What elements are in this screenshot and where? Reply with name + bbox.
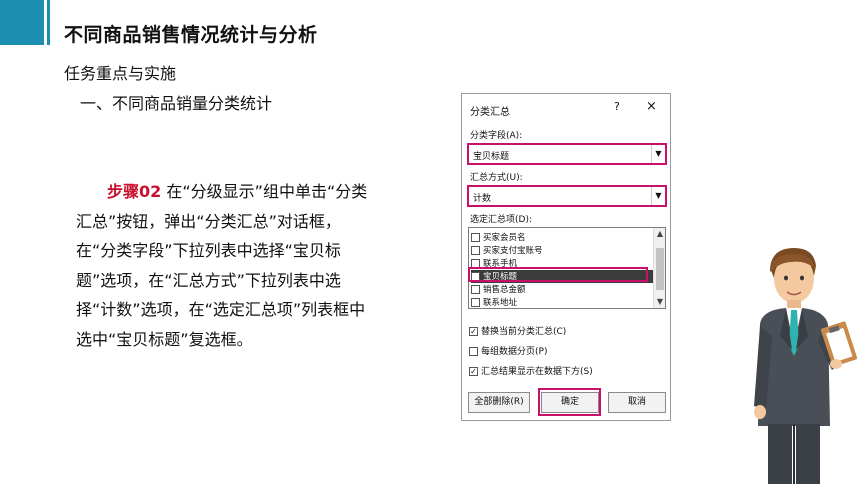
checkbox-checked[interactable]: ✓ — [471, 272, 480, 281]
list-item[interactable]: 联系手机 — [471, 257, 655, 270]
slide-title: 不同商品销售情况统计与分析 — [64, 24, 318, 46]
option-page-break[interactable]: 每组数据分页(P) — [469, 344, 547, 357]
option-summary-below[interactable]: ✓ 汇总结果显示在数据下方(S) — [469, 364, 593, 377]
field-select-value: 宝贝标题 — [473, 152, 510, 162]
option-label: 每组数据分页(P) — [481, 347, 548, 357]
items-listbox[interactable]: 买家会员名 买家支付宝账号 联系手机 ✓ 宝贝标题 销售总金额 联系地址 ▲ ▼ — [468, 227, 666, 309]
checkbox-checked[interactable]: ✓ — [469, 367, 478, 376]
scrollbar-thumb[interactable] — [656, 248, 664, 290]
step-paragraph: 步骤02 在“分级显示”组中单击“分类汇总”按钮，弹出“分类汇总”对话框，在“分… — [76, 177, 374, 354]
chevron-down-icon[interactable]: ▼ — [651, 187, 665, 205]
list-item[interactable]: 买家支付宝账号 — [471, 244, 655, 257]
list-item-label: 联系手机 — [483, 259, 518, 269]
option-label: 汇总结果显示在数据下方(S) — [481, 367, 593, 377]
cancel-button[interactable]: 取消 — [608, 392, 666, 413]
list-item-label: 销售总金额 — [483, 285, 526, 295]
close-icon[interactable]: × — [646, 99, 657, 114]
list-item-label: 宝贝标题 — [483, 272, 518, 282]
checkbox[interactable] — [471, 298, 480, 307]
list-item[interactable]: 买家会员名 — [471, 231, 655, 244]
checkbox[interactable] — [471, 233, 480, 242]
list-item-label: 联系地址 — [483, 298, 518, 308]
step-label: 步骤02 — [107, 182, 162, 201]
listbox-scrollbar[interactable]: ▲ ▼ — [653, 228, 665, 308]
ok-button[interactable]: 确定 — [541, 392, 599, 413]
section-heading: 一、不同商品销量分类统计 — [80, 94, 273, 113]
header-accent-block — [0, 0, 44, 45]
method-select[interactable]: 计数 ▼ — [468, 186, 666, 206]
slide-subtitle: 任务重点与实施 — [64, 64, 177, 83]
field-select[interactable]: 宝贝标题 ▼ — [468, 144, 666, 164]
help-icon[interactable]: ? — [614, 100, 620, 113]
step-text: 在“分级显示”组中单击“分类汇总”按钮，弹出“分类汇总”对话框，在“分类字段”下… — [76, 182, 368, 349]
items-label: 选定汇总项(D): — [470, 215, 532, 225]
chevron-down-icon[interactable]: ▼ — [654, 296, 665, 308]
dialog-title: 分类汇总 — [470, 107, 510, 118]
remove-all-button[interactable]: 全部删除(R) — [468, 392, 530, 413]
chevron-down-icon[interactable]: ▼ — [651, 145, 665, 163]
checkbox-checked[interactable]: ✓ — [469, 327, 478, 336]
header-accent-line — [47, 0, 50, 45]
subtotal-dialog: 分类汇总 ? × 分类字段(A): 宝贝标题 ▼ 汇总方式(U): 计数 ▼ 选… — [461, 93, 671, 421]
chevron-up-icon[interactable]: ▲ — [654, 228, 665, 240]
checkbox[interactable] — [471, 259, 480, 268]
method-label: 汇总方式(U): — [470, 173, 523, 183]
checkbox[interactable] — [471, 285, 480, 294]
businessman-illustration — [754, 248, 858, 484]
list-item-selected[interactable]: ✓ 宝贝标题 — [471, 270, 655, 283]
field-label: 分类字段(A): — [470, 131, 523, 141]
checkbox[interactable] — [471, 246, 480, 255]
checkbox[interactable] — [469, 347, 478, 356]
option-replace[interactable]: ✓ 替换当前分类汇总(C) — [469, 324, 566, 337]
list-item[interactable]: 销售总金额 — [471, 283, 655, 296]
method-select-value: 计数 — [473, 194, 492, 204]
list-item-label: 买家支付宝账号 — [483, 246, 543, 256]
list-item-label: 买家会员名 — [483, 233, 526, 243]
list-item[interactable]: 联系地址 — [471, 296, 655, 308]
option-label: 替换当前分类汇总(C) — [481, 327, 567, 337]
